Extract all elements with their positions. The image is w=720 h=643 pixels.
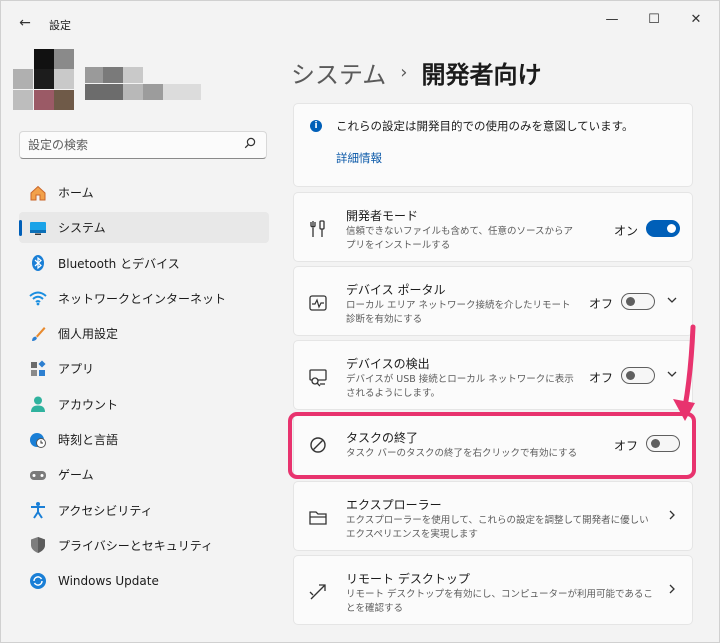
sidebar-item-accessibility[interactable]: アクセシビリティ — [19, 495, 269, 526]
remote-desktop-icon — [308, 582, 328, 602]
toggle-state-label: オフ — [589, 371, 614, 385]
avatar[interactable] — [13, 49, 75, 111]
toggle-state-label: オン — [614, 224, 639, 238]
person-icon — [29, 395, 47, 413]
sidebar-item-label: システム — [58, 221, 106, 236]
gamepad-icon — [29, 466, 47, 484]
app-title: 設定 — [49, 19, 71, 32]
setting-description: リモート デスクトップを有効にし、コンピューターが利用可能であることを確認する — [346, 589, 653, 614]
sidebar-nav: ホーム システム Bluetooth とデバイス ネットワークとインターネット … — [19, 177, 269, 601]
user-name-blurred — [85, 67, 205, 101]
sidebar-item-home[interactable]: ホーム — [19, 177, 269, 208]
sidebar-item-label: アプリ — [58, 362, 95, 377]
brush-icon — [29, 325, 47, 343]
setting-remote-desktop[interactable]: リモート デスクトップ リモート デスクトップを有効にし、コンピューターが利用可… — [293, 555, 693, 625]
sidebar-item-label: 時刻と言語 — [58, 433, 119, 448]
maximize-button[interactable]: ☐ — [639, 9, 669, 31]
sidebar-item-network[interactable]: ネットワークとインターネット — [19, 283, 269, 314]
info-text: これらの設定は開発目的での使用のみを意図しています。 — [336, 119, 634, 133]
developer-tools-icon — [308, 219, 328, 239]
sidebar-item-time-language[interactable]: 時刻と言語 — [19, 424, 269, 455]
folder-icon — [308, 508, 328, 528]
sidebar-item-label: ホーム — [58, 186, 94, 200]
info-icon: i — [310, 120, 322, 132]
setting-title: リモート デスクトップ — [346, 572, 470, 586]
setting-title: 開発者モード — [346, 209, 419, 223]
sidebar-item-label: Windows Update — [58, 573, 159, 588]
pulse-icon — [308, 293, 328, 313]
sidebar-item-accounts[interactable]: アカウント — [19, 389, 269, 420]
accessibility-icon — [29, 501, 47, 519]
sidebar-item-label: アクセシビリティ — [58, 503, 153, 518]
sidebar-item-system[interactable]: システム — [19, 212, 269, 244]
sidebar-item-label: ゲーム — [58, 468, 94, 483]
setting-device-portal[interactable]: デバイス ポータル ローカル エリア ネットワーク接続を介したリモート診断を有効… — [293, 266, 693, 336]
monitor-icon — [29, 219, 47, 237]
wifi-icon — [29, 289, 47, 307]
update-icon — [29, 572, 47, 590]
clock-globe-icon — [29, 431, 47, 449]
learn-more-link[interactable]: 詳細情報 — [336, 150, 382, 166]
title-bar: ← 設定 — ☐ ✕ — [1, 1, 719, 41]
sidebar-item-label: Bluetooth とデバイス — [58, 256, 180, 271]
shield-icon — [29, 536, 47, 554]
breadcrumb-separator: › — [400, 62, 408, 83]
sidebar-item-label: プライバシーとセキュリティ — [58, 538, 214, 553]
annotation-highlight — [288, 412, 696, 479]
settings-window: ← 設定 — ☐ ✕ ホーム — [0, 0, 720, 643]
chevron-right-icon[interactable] — [666, 583, 678, 598]
back-arrow-icon[interactable]: ← — [15, 13, 35, 33]
search-box[interactable] — [19, 131, 267, 159]
breadcrumb-parent[interactable]: システム — [291, 55, 386, 90]
setting-developer-mode: 開発者モード 信頼できないファイルも含めて、任意のソースからアプリをインストール… — [293, 192, 693, 262]
device-portal-toggle[interactable] — [621, 293, 655, 310]
sidebar-item-label: ネットワークとインターネット — [58, 291, 227, 306]
setting-title: デバイス ポータル — [346, 283, 446, 297]
sidebar-item-bluetooth[interactable]: Bluetooth とデバイス — [19, 248, 269, 279]
info-card: i これらの設定は開発目的での使用のみを意図しています。 詳細情報 — [293, 103, 693, 187]
search-icon[interactable] — [244, 137, 256, 152]
annotation-arrow-icon — [673, 324, 696, 421]
sidebar-item-windows-update[interactable]: Windows Update — [19, 565, 269, 596]
close-button[interactable]: ✕ — [681, 9, 711, 31]
device-discovery-icon — [308, 367, 328, 387]
sidebar-item-personalization[interactable]: 個人用設定 — [19, 318, 269, 349]
minimize-button[interactable]: — — [597, 9, 627, 31]
setting-file-explorer[interactable]: エクスプローラー エクスプローラーを使用して、これらの設定を調整して開発者に優し… — [293, 481, 693, 551]
setting-title: エクスプローラー — [346, 498, 442, 512]
sidebar-item-apps[interactable]: アプリ — [19, 353, 269, 384]
sidebar-item-gaming[interactable]: ゲーム — [19, 459, 269, 490]
home-icon — [29, 184, 47, 202]
developer-mode-toggle[interactable] — [646, 220, 680, 237]
setting-description: デバイスが USB 接続とローカル ネットワークに表示されるようにします。 — [346, 374, 574, 399]
page-title: 開発者向け — [421, 61, 542, 89]
device-discovery-toggle[interactable] — [621, 367, 655, 384]
setting-description: 信頼できないファイルも含めて、任意のソースからアプリをインストールする — [346, 226, 574, 251]
chevron-down-icon[interactable] — [666, 294, 678, 309]
setting-title: デバイスの検出 — [346, 357, 430, 371]
breadcrumb: システム › 開発者向け — [291, 55, 541, 90]
bluetooth-icon — [29, 254, 47, 272]
sidebar-item-privacy[interactable]: プライバシーとセキュリティ — [19, 530, 269, 561]
setting-description: エクスプローラーを使用して、これらの設定を調整して開発者に優しいエクスペリエンス… — [346, 515, 649, 540]
toggle-state-label: オフ — [589, 297, 614, 311]
sidebar-item-label: 個人用設定 — [58, 327, 119, 342]
apps-icon — [29, 360, 47, 378]
chevron-right-icon[interactable] — [666, 509, 678, 524]
setting-description: ローカル エリア ネットワーク接続を介したリモート診断を有効にする — [346, 300, 571, 325]
search-input[interactable] — [28, 136, 228, 154]
setting-device-discovery[interactable]: デバイスの検出 デバイスが USB 接続とローカル ネットワークに表示されるよう… — [293, 340, 693, 410]
sidebar-item-label: アカウント — [58, 397, 119, 412]
